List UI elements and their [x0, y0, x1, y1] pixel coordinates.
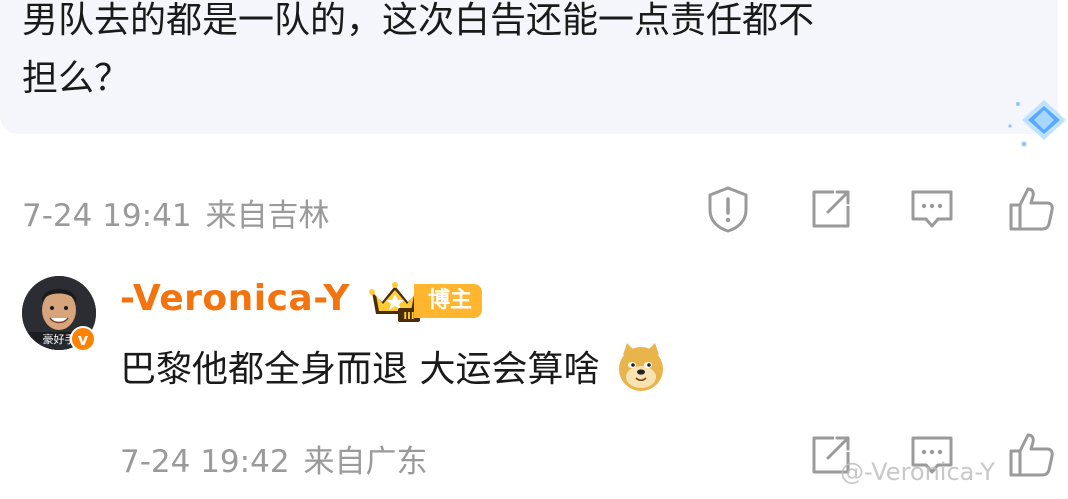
share-edit-icon [812, 190, 850, 228]
thumbs-up-icon [1009, 433, 1054, 477]
report-button[interactable] [703, 184, 753, 234]
blogger-tag: 博主 [414, 284, 483, 318]
reply-like-button[interactable] [1006, 430, 1056, 480]
watermark: @-Veronica-Y [840, 458, 995, 486]
like-button[interactable] [1006, 184, 1056, 234]
reply-username[interactable]: -Veronica-Y [120, 278, 350, 319]
reply-meta: 7-24 19:42 来自广东 [120, 436, 442, 481]
share-button[interactable] [806, 184, 856, 234]
comment-location: 来自吉林 [205, 198, 330, 234]
reply-date: 7-24 19:42 [120, 444, 290, 480]
doge-emoji [618, 343, 663, 391]
reply-location: 来自广东 [303, 444, 428, 480]
verified-badge-icon: v [70, 326, 96, 352]
reply-text: 巴黎他都全身而退 大运会算啥 [120, 349, 600, 390]
shield-alert-icon [708, 186, 748, 233]
comment-bubble: 男队去的都是一队的，这次白告还能一点责任都不 担么？ [0, 0, 1058, 134]
thumbs-up-icon [1009, 187, 1054, 231]
comment-text: 男队去的都是一队的，这次白告还能一点责任都不 担么？ [22, 0, 1022, 108]
comment-text-line2: 担么？ [22, 58, 131, 99]
comment-meta: 7-24 19:41 来自吉林 [22, 190, 344, 235]
comment-icon [911, 190, 953, 228]
reply-content: 巴黎他都全身而退 大运会算啥 [120, 342, 667, 398]
weibo-comment-thread: 男队去的都是一队的，这次白告还能一点责任都不 担么？ 7-24 19:41 来自吉… [0, 0, 1068, 499]
diamond-badge-icon [1008, 100, 1066, 147]
comment-text-line1: 男队去的都是一队的，这次白告还能一点责任都不 [22, 0, 815, 41]
comment-button[interactable] [907, 184, 957, 234]
comment-date: 7-24 19:41 [22, 198, 192, 234]
crown-level-text: III [403, 311, 414, 322]
